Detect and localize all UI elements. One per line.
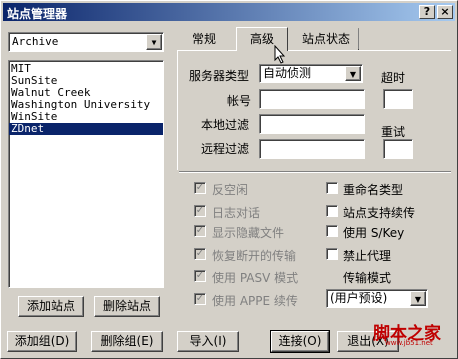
disable-proxy-checkbox[interactable] bbox=[326, 248, 338, 260]
local-filter-label: 本地过滤 bbox=[201, 118, 250, 132]
show-hidden-files-checkbox[interactable]: ✓ bbox=[194, 225, 206, 237]
site-manager-window: 站点管理器 ? × Archive ▼ MIT SunSite Walnut C… bbox=[0, 0, 458, 359]
site-resume-support-label: 站点支持续传 bbox=[343, 206, 416, 220]
transfer-mode-value: (用户预设) bbox=[330, 291, 388, 305]
anti-idle-label: 反空闲 bbox=[212, 183, 249, 197]
account-label: 帐号 bbox=[227, 94, 252, 108]
title-bar[interactable]: 站点管理器 ? × bbox=[3, 3, 455, 21]
use-skey-label: 使用 S/Key bbox=[343, 226, 405, 240]
show-hidden-files-label: 显示隐藏文件 bbox=[212, 226, 285, 240]
section-divider bbox=[179, 171, 451, 173]
use-skey-checkbox[interactable] bbox=[326, 225, 338, 237]
server-type-label: 服务器类型 bbox=[189, 69, 250, 83]
timeout-input[interactable] bbox=[383, 89, 413, 109]
log-dialog-checkbox[interactable]: ✓ bbox=[194, 205, 206, 217]
site-list[interactable]: MIT SunSite Walnut Creek Washington Univ… bbox=[8, 60, 164, 288]
timeout-label: 超时 bbox=[381, 71, 406, 85]
help-button[interactable]: ? bbox=[419, 5, 435, 19]
tab-site-status[interactable]: 站点状态 bbox=[293, 28, 359, 50]
remote-filter-input[interactable] bbox=[259, 139, 365, 159]
connect-button[interactable]: 连接(O) bbox=[270, 330, 330, 353]
disable-proxy-label: 禁止代理 bbox=[343, 249, 392, 263]
site-group-value: Archive bbox=[12, 35, 59, 48]
use-appe-checkbox[interactable]: ✓ bbox=[194, 293, 206, 305]
list-item-selected[interactable]: ZDnet bbox=[9, 123, 163, 135]
rename-type-label: 重命名类型 bbox=[343, 183, 404, 197]
import-button[interactable]: 导入(I) bbox=[177, 331, 239, 352]
delete-site-button[interactable]: 删除站点 bbox=[94, 296, 160, 317]
delete-group-button[interactable]: 删除组(E) bbox=[91, 331, 163, 352]
server-type-value: 自动侦测 bbox=[263, 66, 312, 80]
anti-idle-checkbox[interactable]: ✓ bbox=[194, 182, 206, 194]
chevron-down-icon[interactable]: ▼ bbox=[345, 66, 361, 81]
window-title: 站点管理器 bbox=[7, 7, 68, 21]
transfer-mode-label: 传输模式 bbox=[343, 271, 392, 285]
remote-filter-label: 远程过滤 bbox=[201, 142, 250, 156]
chevron-down-icon[interactable]: ▼ bbox=[410, 291, 426, 306]
retry-input[interactable] bbox=[383, 139, 413, 159]
close-button[interactable]: × bbox=[437, 5, 453, 19]
log-dialog-label: 日志对话 bbox=[212, 206, 261, 220]
server-type-select[interactable]: 自动侦测 ▼ bbox=[259, 64, 363, 83]
rename-type-checkbox[interactable] bbox=[326, 182, 338, 194]
tab-general[interactable]: 常规 bbox=[179, 28, 229, 50]
watermark-url: www.jb51.net bbox=[385, 339, 433, 347]
site-resume-support-checkbox[interactable] bbox=[326, 205, 338, 217]
use-pasv-checkbox[interactable]: ✓ bbox=[194, 270, 206, 282]
local-filter-input[interactable] bbox=[259, 114, 365, 134]
add-group-button[interactable]: 添加组(D) bbox=[7, 331, 77, 352]
use-pasv-label: 使用 PASV 模式 bbox=[212, 271, 299, 285]
account-input[interactable] bbox=[259, 89, 365, 109]
mouse-cursor-icon bbox=[274, 45, 286, 64]
resume-transfer-label: 恢复断开的传输 bbox=[212, 249, 297, 263]
chevron-down-icon[interactable]: ▼ bbox=[146, 34, 162, 50]
retry-label: 重试 bbox=[381, 125, 406, 139]
resume-transfer-checkbox[interactable]: ✓ bbox=[194, 248, 206, 260]
site-group-combo[interactable]: Archive ▼ bbox=[8, 32, 164, 52]
add-site-button[interactable]: 添加站点 bbox=[18, 296, 84, 317]
tab-divider bbox=[358, 29, 359, 49]
transfer-mode-select[interactable]: (用户预设) ▼ bbox=[326, 289, 428, 308]
use-appe-label: 使用 APPE 续传 bbox=[212, 294, 298, 308]
